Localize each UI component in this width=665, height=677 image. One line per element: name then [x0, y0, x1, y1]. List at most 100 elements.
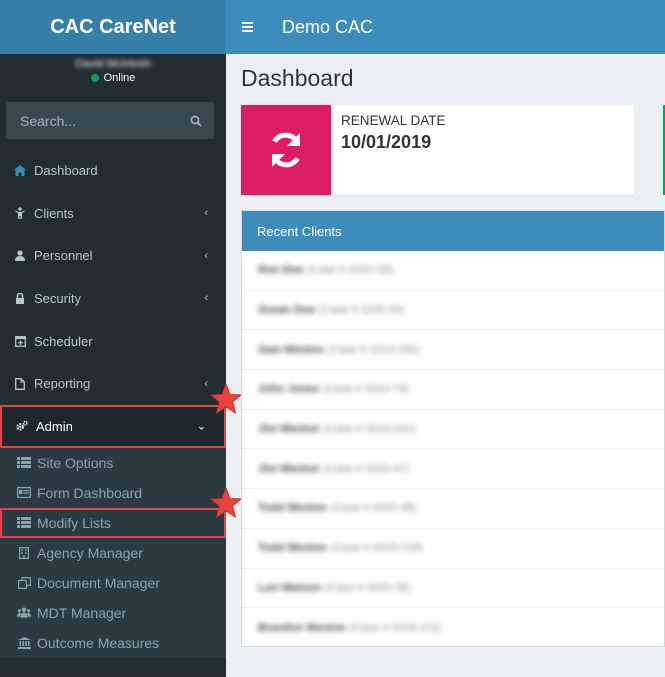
chevron-left-icon: ‹ [204, 249, 208, 262]
top-navbar: Demo CAC [226, 0, 665, 54]
page-title: Dashboard [241, 65, 354, 91]
client-name: Todd Weston [258, 502, 327, 515]
client-row[interactable]: Susan Doe (Case # 2020-34) [242, 291, 664, 331]
sidebar-item-personnel[interactable]: Personnel ‹ [0, 234, 226, 277]
sidebar-item-label: Security [34, 290, 81, 306]
sidebar-item-reporting[interactable]: Reporting ‹ [0, 362, 226, 405]
cogs-icon [16, 420, 28, 432]
sidebar-menu: Dashboard Clients ‹ Personnel ‹ Security… [0, 149, 226, 658]
sidebar-item-security[interactable]: Security ‹ [0, 277, 226, 320]
submenu-item-label: Agency Manager [37, 544, 143, 561]
org-title: Demo CAC [282, 16, 374, 37]
client-row[interactable]: Jim Weston (Case # 2019-241) [242, 410, 664, 450]
client-case-number: (Case # 2019-218) [330, 542, 423, 555]
client-case-number: (Case # 2020-36) [325, 581, 411, 594]
sidebar-item-label: Dashboard [34, 162, 98, 178]
client-row[interactable]: Jim Weston (Case # 2020-47) [242, 449, 664, 490]
submenu-item-label: MDT Manager [37, 604, 127, 621]
client-name: John Jones [258, 383, 320, 396]
submenu-item-label: Form Dashboard [37, 484, 143, 501]
recent-clients-header: Recent Clients [242, 211, 664, 251]
client-entry: Todd Weston (Case # 2019-218) [258, 542, 422, 554]
renewal-date: 10/01/2019 [341, 132, 432, 152]
list-icon [17, 457, 31, 469]
list-icon [17, 517, 31, 529]
client-entry: Brandon Weston (Case # 2019-221) [258, 622, 442, 634]
client-entry: Sam Weston (Case # 2019-256) [258, 344, 420, 356]
sidebar-item-dashboard[interactable]: Dashboard [0, 149, 226, 192]
refresh-icon [241, 105, 331, 195]
recent-clients-box: Recent Clients Ron Doe (Case # 2020-35) Su… [241, 210, 665, 648]
client-name: Lori Watson [258, 581, 322, 594]
hamburger-menu-icon[interactable] [242, 22, 253, 32]
submenu-item-agency-manager[interactable]: Agency Manager [0, 538, 226, 568]
submenu-item-outcome-measures[interactable]: Outcome Measures [0, 628, 226, 658]
admin-submenu: Site Options Form Dashboard Modify Lists… [0, 447, 226, 658]
client-case-number: (Case # 2020-34) [318, 304, 405, 317]
sidebar-item-scheduler[interactable]: Scheduler [0, 320, 226, 363]
child-icon [14, 207, 26, 220]
submenu-item-site-options[interactable]: Site Options [0, 448, 226, 478]
client-case-number: (Case # 2019-256) [327, 343, 420, 356]
client-row[interactable]: Ron Doe (Case # 2020-35) [242, 251, 664, 291]
client-entry: Ron Doe (Case # 2020-35) [258, 264, 393, 276]
chevron-down-icon: ⌄ [196, 420, 206, 433]
brand-logo[interactable]: CAC CareNet [0, 0, 226, 54]
submenu-item-mdt-manager[interactable]: MDT Manager [0, 598, 226, 628]
client-name: Todd Weston [258, 542, 327, 555]
submenu-item-form-dashboard[interactable]: Form Dashboard [0, 478, 226, 508]
submenu-item-label: Outcome Measures [37, 634, 160, 651]
sidebar-item-label: Reporting [34, 376, 91, 392]
user-icon [14, 250, 26, 262]
annotation-star-icon [210, 383, 242, 415]
user-status: Online [0, 72, 226, 84]
calendar-plus-icon [14, 335, 26, 348]
sidebar-item-label: Admin [36, 418, 73, 434]
client-entry: Susan Doe (Case # 2020-34) [258, 304, 404, 316]
copy-icon [17, 576, 31, 589]
client-name: Brandon Weston [258, 621, 346, 634]
chevron-left-icon: ‹ [204, 377, 208, 390]
client-row[interactable]: Sam Weston (Case # 2019-256) [242, 330, 664, 371]
client-name: Jim Weston [258, 462, 320, 475]
client-row[interactable]: John Jones (Case # 2019-73) [242, 370, 664, 410]
client-case-number: (Case # 2019-221) [349, 621, 442, 634]
annotation-star-icon [210, 487, 242, 519]
user-status-label: Online [103, 72, 136, 84]
client-row[interactable]: Todd Weston (Case # 2019-218) [242, 529, 664, 569]
sidebar-item-clients[interactable]: Clients ‹ [0, 192, 226, 235]
renewal-info-text: RENEWAL DATE 10/01/2019 [331, 105, 456, 195]
renewal-info-box: RENEWAL DATE 10/01/2019 [241, 105, 634, 195]
client-case-number: (Case # 2020-47) [323, 462, 410, 475]
client-entry: Jim Weston (Case # 2020-47) [258, 463, 409, 475]
client-row[interactable]: Brandon Weston (Case # 2019-221) [242, 608, 664, 648]
client-case-number: (Case # 2019-73) [323, 383, 409, 396]
sidebar-item-admin[interactable]: Admin ⌄ [0, 405, 226, 448]
submenu-item-label: Modify Lists [37, 514, 111, 531]
search-input[interactable] [20, 112, 170, 129]
home-icon [14, 164, 26, 176]
sidebar-item-label: Clients [34, 205, 74, 221]
submenu-item-label: Document Manager [37, 574, 160, 591]
submenu-item-label: Site Options [37, 454, 114, 471]
file-icon [14, 377, 26, 390]
client-row[interactable]: Todd Weston (Case # 2020-48) [242, 489, 664, 529]
client-name: Ron Doe [258, 264, 304, 277]
lock-icon [14, 292, 26, 304]
search-icon[interactable] [190, 115, 202, 127]
online-dot-icon [90, 74, 99, 82]
sidebar-item-label: Personnel [34, 248, 93, 264]
recent-clients-list: Ron Doe (Case # 2020-35) Susan Doe (Case # … [242, 251, 664, 648]
submenu-item-document-manager[interactable]: Document Manager [0, 568, 226, 598]
client-name: Sam Weston [258, 343, 324, 356]
id-card-icon [17, 487, 31, 499]
client-row[interactable]: Lori Watson (Case # 2020-36) [242, 569, 664, 609]
client-entry: Lori Watson (Case # 2020-36) [258, 582, 411, 594]
building-icon [17, 546, 31, 559]
client-name: Jim Weston [258, 423, 320, 436]
client-entry: John Jones (Case # 2019-73) [258, 383, 409, 395]
submenu-item-modify-lists[interactable]: Modify Lists [0, 507, 226, 538]
chevron-left-icon: ‹ [204, 207, 208, 220]
bank-icon [17, 636, 31, 649]
client-case-number: (Case # 2020-48) [330, 502, 417, 515]
